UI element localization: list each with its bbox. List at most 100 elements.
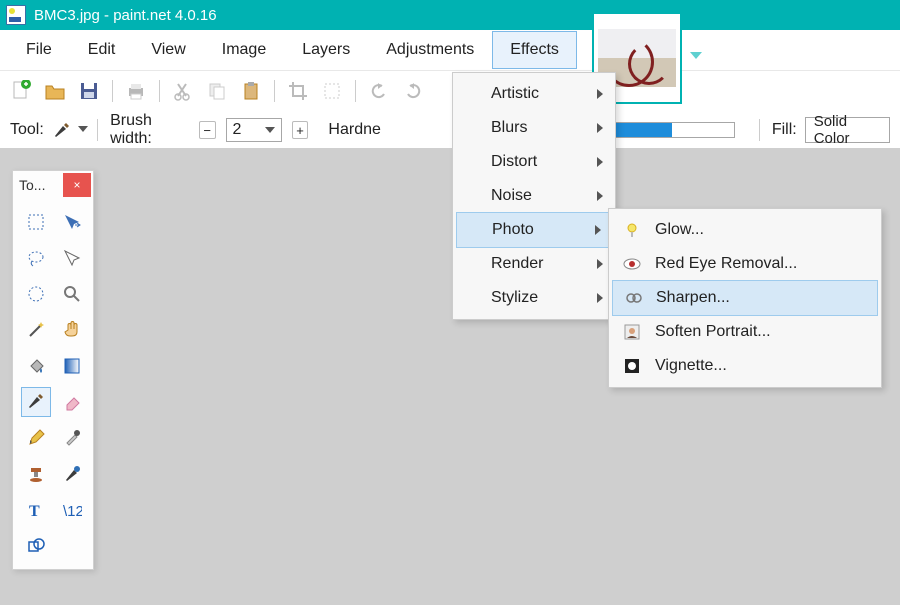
- photo-red-eye[interactable]: Red Eye Removal...: [611, 247, 879, 281]
- menu-label: Render: [491, 255, 543, 273]
- recolor-tool[interactable]: [57, 459, 87, 489]
- menu-label: Soften Portrait...: [655, 323, 771, 341]
- move-selection-tool[interactable]: [57, 207, 87, 237]
- menu-effects[interactable]: Effects: [492, 31, 577, 69]
- toolbar-separator: [112, 80, 113, 102]
- effects-item-photo[interactable]: Photo: [456, 212, 612, 248]
- toolbar-separator: [159, 80, 160, 102]
- empty-tool-slot: [57, 531, 87, 561]
- pan-tool[interactable]: [57, 315, 87, 345]
- menu-label: Distort: [491, 153, 537, 171]
- fill-value: Solid Color: [814, 113, 881, 147]
- vignette-icon: [623, 357, 641, 375]
- move-pixels-tool[interactable]: [57, 243, 87, 273]
- options-separator: [759, 119, 760, 141]
- submenu-caret-icon: [597, 259, 603, 269]
- menu-adjustments[interactable]: Adjustments: [368, 31, 492, 69]
- effects-item-blurs[interactable]: Blurs: [455, 111, 613, 145]
- pencil-tool[interactable]: [21, 423, 51, 453]
- brush-width-dropdown-icon[interactable]: [265, 125, 275, 135]
- ellipse-select-tool[interactable]: [21, 279, 51, 309]
- brush-width-decrement[interactable]: −: [199, 121, 216, 139]
- menu-label: Stylize: [491, 289, 538, 307]
- lasso-select-tool[interactable]: [21, 243, 51, 273]
- effects-item-noise[interactable]: Noise: [455, 179, 613, 213]
- brush-width-value: 2: [233, 121, 242, 139]
- photo-soften-portrait[interactable]: Soften Portrait...: [611, 315, 879, 349]
- portrait-icon: [623, 323, 641, 341]
- tools-grid: T \12: [13, 199, 93, 569]
- gradient-tool[interactable]: [57, 351, 87, 381]
- effects-item-render[interactable]: Render: [455, 247, 613, 281]
- photo-sharpen[interactable]: Sharpen...: [612, 280, 878, 316]
- shapes-tool[interactable]: [21, 531, 51, 561]
- submenu-caret-icon: [597, 293, 603, 303]
- print-icon[interactable]: [125, 80, 147, 102]
- tools-panel-close-button[interactable]: ×: [63, 173, 91, 197]
- copy-icon[interactable]: [206, 80, 228, 102]
- redo-icon[interactable]: [402, 80, 424, 102]
- photo-glow[interactable]: Glow...: [611, 213, 879, 247]
- paste-icon[interactable]: [240, 80, 262, 102]
- clone-stamp-tool[interactable]: [21, 459, 51, 489]
- submenu-caret-icon: [597, 157, 603, 167]
- effects-item-stylize[interactable]: Stylize: [455, 281, 613, 315]
- paintbrush-tool[interactable]: [21, 387, 51, 417]
- cut-icon[interactable]: [172, 80, 194, 102]
- menu-label: Blurs: [491, 119, 527, 137]
- close-icon: ×: [73, 178, 80, 192]
- main-toolbar: [0, 71, 900, 111]
- submenu-caret-icon: [597, 191, 603, 201]
- document-title: BMC3.jpg - paint.net 4.0.16: [34, 7, 217, 24]
- svg-text:T: T: [29, 503, 40, 520]
- menu-label: Vignette...: [655, 357, 727, 375]
- menu-file[interactable]: File: [8, 31, 70, 69]
- eraser-tool[interactable]: [57, 387, 87, 417]
- paint-bucket-tool[interactable]: [21, 351, 51, 381]
- menu-edit[interactable]: Edit: [70, 31, 134, 69]
- text-tool[interactable]: T: [21, 495, 51, 525]
- tool-dropdown-icon[interactable]: [78, 126, 85, 134]
- new-file-icon[interactable]: [10, 80, 32, 102]
- menu-label: Red Eye Removal...: [655, 255, 797, 273]
- fill-dropdown[interactable]: Solid Color: [805, 117, 890, 143]
- submenu-caret-icon: [595, 225, 601, 235]
- effects-dropdown: Artistic Blurs Distort Noise Photo Rende…: [452, 72, 616, 320]
- rectangle-select-tool[interactable]: [21, 207, 51, 237]
- brush-width-label: Brush width:: [110, 112, 191, 148]
- tools-panel-title: To...: [13, 177, 61, 193]
- menu-label: Noise: [491, 187, 532, 205]
- submenu-caret-icon: [597, 123, 603, 133]
- photo-vignette[interactable]: Vignette...: [611, 349, 879, 383]
- line-tool[interactable]: \12: [57, 495, 87, 525]
- toolbar-separator: [274, 80, 275, 102]
- red-eye-icon: [623, 255, 641, 273]
- menu-view[interactable]: View: [133, 31, 203, 69]
- svg-text:\12: \12: [63, 503, 82, 520]
- zoom-tool[interactable]: [57, 279, 87, 309]
- brush-width-input[interactable]: 2: [226, 118, 282, 142]
- color-picker-tool[interactable]: [57, 423, 87, 453]
- menu-layers[interactable]: Layers: [284, 31, 368, 69]
- menu-label: Artistic: [491, 85, 539, 103]
- magic-wand-tool[interactable]: [21, 315, 51, 345]
- submenu-caret-icon: [597, 89, 603, 99]
- tools-panel: To... × T \12: [12, 170, 94, 570]
- menu-image[interactable]: Image: [204, 31, 284, 69]
- app-icon: [6, 5, 26, 25]
- effects-item-artistic[interactable]: Artistic: [455, 77, 613, 111]
- menu-label: Sharpen...: [656, 289, 730, 307]
- menu-bar: File Edit View Image Layers Adjustments …: [0, 30, 900, 71]
- current-tool-icon[interactable]: [52, 121, 70, 139]
- save-icon[interactable]: [78, 80, 100, 102]
- deselect-icon[interactable]: [321, 80, 343, 102]
- hardness-label: Hardne: [328, 121, 380, 139]
- effects-item-distort[interactable]: Distort: [455, 145, 613, 179]
- undo-icon[interactable]: [368, 80, 390, 102]
- thumbnail-menu-dropdown-icon[interactable]: [690, 52, 702, 64]
- brush-width-increment[interactable]: +: [292, 121, 309, 139]
- open-file-icon[interactable]: [44, 80, 66, 102]
- tools-panel-header[interactable]: To... ×: [13, 171, 93, 199]
- sharpen-icon: [625, 289, 643, 307]
- crop-icon[interactable]: [287, 80, 309, 102]
